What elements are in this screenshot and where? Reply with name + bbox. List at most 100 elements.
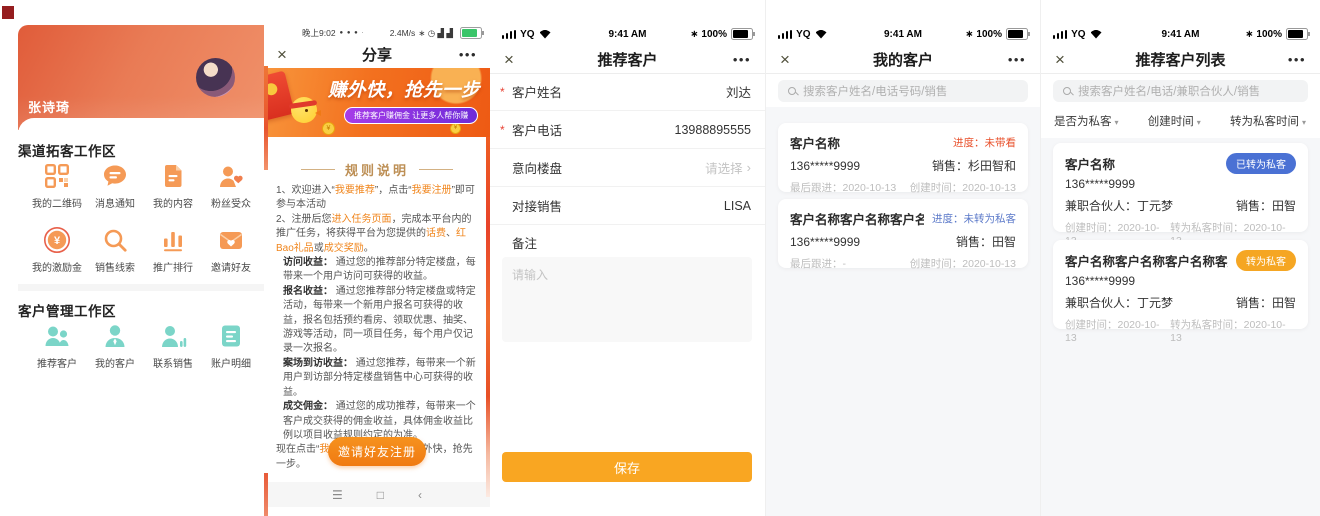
panel-share-page: 晚上9:02 ● ● ● · 2.4M/s ∗ ◷ ▟ ▟ × 分享 ••• ¥…	[264, 0, 490, 516]
field-value: 刘达	[726, 82, 751, 101]
profile-header: 张诗琦	[18, 25, 264, 130]
grid-item-label: 推广排行	[153, 259, 193, 274]
sales-label: 销售：田智	[1236, 294, 1296, 311]
grid-item-contact-sales[interactable]: 联系销售	[144, 322, 202, 370]
form-row-intended-property[interactable]: 意向楼盘 请选择	[490, 149, 765, 187]
form-row-assigned-sales[interactable]: 对接销售 LISA	[490, 187, 765, 225]
search-input[interactable]: 搜索客户姓名/电话/兼职合伙人/销售	[1053, 80, 1308, 102]
rules-title-row: 规则说明	[276, 160, 478, 179]
user-name: 张诗琦	[28, 97, 70, 116]
rule-paragraph: 2、注册后您进入任务页面，完成本平台内的推广任务，将获得平台为您提供的话费、红B…	[276, 213, 479, 256]
battery-icon	[460, 27, 482, 39]
filter-private-status[interactable]: 是否为私客▾	[1054, 113, 1119, 129]
created-time: 创建时间：2020-10-13	[910, 256, 1016, 271]
status-right: ∗ 100%	[690, 28, 753, 40]
page-title: 分享	[264, 44, 490, 65]
svg-text:¥: ¥	[54, 235, 61, 247]
rule-paragraph: 案场到访收益： 通过您推荐，每带来一个新用户到访部分特定楼盘销售中心可获得的收益…	[276, 357, 479, 400]
note-textarea[interactable]: 请输入	[502, 257, 752, 342]
grid-item-label: 消息通知	[95, 195, 135, 210]
grid-item-my-customer[interactable]: 我的客户	[86, 322, 144, 370]
field-label: 意向楼盘	[512, 158, 562, 177]
more-icon[interactable]: •••	[459, 47, 477, 62]
grid-item-my-content[interactable]: 我的内容	[144, 162, 202, 210]
more-icon[interactable]: •••	[1008, 52, 1026, 67]
grid-item-label: 我的客户	[95, 355, 135, 370]
customer-form: * 客户姓名 刘达 * 客户电话 13988895555 意向楼盘 请选择 对接…	[490, 73, 765, 259]
referred-customer-card[interactable]: 客户名称 已转为私客 136*****9999 兼职合伙人：丁元梦 销售：田智 …	[1053, 143, 1308, 232]
grid-item-notifications[interactable]: 消息通知	[86, 162, 144, 210]
form-row-note-label: 备注	[490, 225, 765, 259]
mascot-chick-icon	[291, 95, 321, 125]
customer-phone: 136*****9999	[790, 159, 860, 173]
rules-title: 规则说明	[345, 160, 409, 179]
grid-item-label: 邀请好友	[211, 259, 251, 274]
banner-slogan-pill: 推荐客户赚佣金 让更多人帮你赚	[344, 107, 478, 124]
save-button[interactable]: 保存	[502, 452, 752, 482]
customer-card[interactable]: 客户名称 进度：未带看 136*****9999 销售：杉田智和 最后跟进：20…	[778, 123, 1028, 192]
filter-created-time[interactable]: 创建时间▾	[1148, 113, 1201, 129]
adjacent-screenshot-sliver	[264, 473, 268, 516]
workspace2-title: 客户管理工作区	[18, 300, 116, 320]
status-badge: 转为私客	[1236, 250, 1296, 271]
invite-register-button[interactable]: 邀请好友注册	[328, 437, 426, 466]
grid-item-refer-customer[interactable]: 推荐客户	[28, 322, 86, 370]
grid-item-label: 我的内容	[153, 195, 193, 210]
search-placeholder: 搜索客户姓名/电话/兼职合伙人/销售	[1078, 83, 1260, 99]
search-placeholder: 搜索客户姓名/电话号码/销售	[803, 83, 947, 99]
promo-banner: ¥ ¥ 赚外快，抢先一步 推荐客户赚佣金 让更多人帮你赚	[264, 68, 490, 137]
grid-item-label: 账户明细	[211, 355, 251, 370]
filter-converted-time[interactable]: 转为私客时间▾	[1230, 113, 1306, 129]
search-icon	[788, 87, 797, 96]
battery-icon	[1006, 28, 1028, 40]
grid-item-account-detail[interactable]: 账户明细	[202, 322, 260, 370]
customer-card[interactable]: 客户名称客户名称客户名称客户... 进度：未转为私客 136*****9999 …	[778, 199, 1028, 268]
battery-icon	[731, 28, 753, 40]
grid-item-fans[interactable]: 粉丝受众	[202, 162, 260, 210]
more-icon[interactable]: •••	[733, 52, 751, 67]
avatar[interactable]	[196, 58, 235, 97]
grid-item-incentive[interactable]: ¥ 我的激励金	[28, 226, 86, 274]
panel-my-customers: YQ 9:41 AM ∗ 100% × 我的客户 ••• 搜索客户姓名/电话号码…	[765, 0, 1040, 516]
recents-icon[interactable]: ☰	[332, 488, 343, 502]
incentive-icon: ¥	[43, 226, 71, 254]
ranking-icon	[159, 226, 187, 254]
rule-paragraph: 报名收益： 通过您推荐部分特定楼盘或特定活动，每带来一个新用户报名可获得的收益，…	[276, 285, 479, 357]
section-divider	[18, 284, 264, 291]
back-icon[interactable]: ‹	[418, 488, 422, 502]
page-title: 推荐客户列表	[1041, 49, 1320, 70]
bluetooth-icon: ∗	[965, 29, 973, 40]
customer-name: 客户名称客户名称客户名称客户...	[1065, 251, 1228, 270]
sales-label: 销售：田智	[956, 233, 1016, 250]
bluetooth-icon: ∗	[690, 29, 698, 40]
home-icon[interactable]: □	[377, 488, 384, 502]
status-icons: ∗ ◷ ▟ ▟	[418, 28, 453, 39]
page-title: 推荐客户	[490, 49, 765, 70]
form-row-customer-phone[interactable]: * 客户电话 13988895555	[490, 111, 765, 149]
field-label: 客户电话	[512, 120, 562, 139]
title-dash	[419, 169, 453, 170]
required-mark: *	[500, 85, 505, 99]
customer-name: 客户名称	[1065, 154, 1218, 173]
ios-status-bar: YQ 9:41 AM ∗ 100%	[490, 25, 765, 43]
workspace2-grid: 推荐客户 我的客户 联系销售	[28, 322, 260, 370]
grid-item-label: 销售线索	[95, 259, 135, 274]
contact-sales-icon	[159, 322, 187, 350]
grid-item-sales-leads[interactable]: 销售线索	[86, 226, 144, 274]
grid-item-invite-friends[interactable]: 邀请好友	[202, 226, 260, 274]
grid-item-label: 联系销售	[153, 355, 193, 370]
rule-paragraph: 1、欢迎进入“我要推荐”，点击“我要注册”即可参与本活动	[276, 184, 479, 213]
form-row-customer-name[interactable]: * 客户姓名 刘达	[490, 73, 765, 111]
grid-item-my-qrcode[interactable]: 我的二维码	[28, 162, 86, 210]
grid-item-promo-ranking[interactable]: 推广排行	[144, 226, 202, 274]
grid-item-label: 推荐客户	[37, 355, 77, 370]
referred-customer-card[interactable]: 客户名称客户名称客户名称客户... 转为私客 136*****9999 兼职合伙…	[1053, 240, 1308, 329]
workspace1-title: 渠道拓客工作区	[18, 140, 116, 160]
android-status-bar: 晚上9:02 ● ● ● · 2.4M/s ∗ ◷ ▟ ▟	[264, 25, 490, 41]
android-nav-bar: ☰ □ ‹	[264, 482, 490, 507]
corner-red-mark	[2, 6, 14, 19]
search-input[interactable]: 搜索客户姓名/电话号码/销售	[778, 80, 1028, 102]
more-icon[interactable]: •••	[1288, 52, 1306, 67]
filter-bar: 是否为私客▾ 创建时间▾ 转为私客时间▾	[1041, 108, 1320, 134]
customer-phone: 136*****9999	[1065, 177, 1135, 191]
